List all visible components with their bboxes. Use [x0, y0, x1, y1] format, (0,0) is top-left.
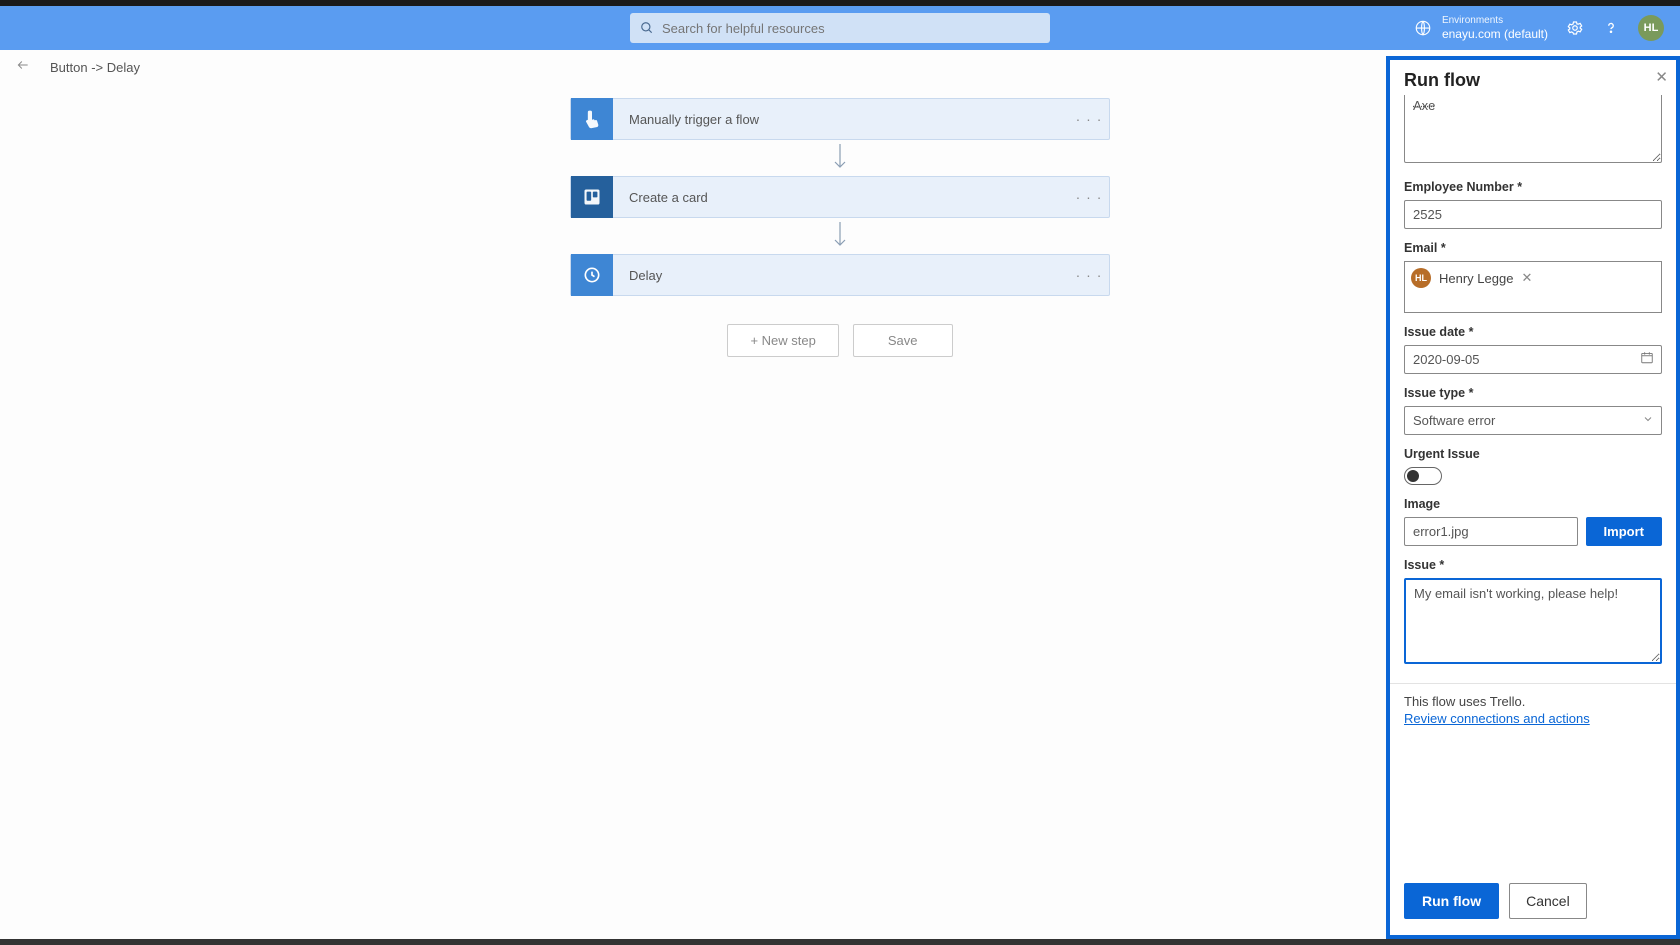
- user-avatar[interactable]: HL: [1638, 15, 1664, 41]
- environment-icon: [1414, 19, 1432, 37]
- back-arrow-icon[interactable]: [10, 54, 36, 81]
- search-box[interactable]: [630, 13, 1050, 43]
- clock-icon: [571, 254, 613, 296]
- calendar-icon[interactable]: [1640, 350, 1654, 369]
- avatar: HL: [1411, 268, 1431, 288]
- trello-icon: [571, 176, 613, 218]
- person-chip: HL Henry Legge ✕: [1411, 268, 1532, 288]
- app-header: Environments enayu.com (default) HL: [0, 6, 1680, 50]
- run-flow-button[interactable]: Run flow: [1404, 883, 1499, 919]
- run-flow-panel: Run flow ✕ Employee Number * Email * HL …: [1386, 56, 1680, 939]
- env-name: enayu.com (default): [1442, 27, 1548, 41]
- gear-icon[interactable]: [1566, 19, 1584, 37]
- issue-type-select[interactable]: [1404, 406, 1662, 435]
- more-icon[interactable]: · · ·: [1069, 267, 1109, 283]
- flow-connector: [570, 218, 1110, 254]
- cancel-button[interactable]: Cancel: [1509, 883, 1587, 919]
- import-button[interactable]: Import: [1586, 517, 1662, 546]
- help-icon[interactable]: [1602, 19, 1620, 37]
- search-input[interactable]: [662, 21, 1040, 36]
- save-button[interactable]: Save: [853, 324, 953, 357]
- urgent-toggle[interactable]: [1404, 467, 1442, 485]
- prev-textarea-partial[interactable]: [1404, 95, 1662, 163]
- employee-number-input[interactable]: [1404, 200, 1662, 229]
- breadcrumb-text: Button -> Delay: [50, 60, 140, 75]
- flow-step-label: Manually trigger a flow: [613, 112, 1069, 127]
- issue-date-input[interactable]: [1404, 345, 1662, 374]
- flow-uses-text: This flow uses Trello.: [1404, 694, 1662, 709]
- environment-picker[interactable]: Environments enayu.com (default): [1414, 15, 1548, 41]
- flow-step-label: Create a card: [613, 190, 1069, 205]
- panel-title: Run flow: [1404, 70, 1662, 91]
- more-icon[interactable]: · · ·: [1069, 111, 1109, 127]
- remove-person-icon[interactable]: ✕: [1521, 270, 1532, 286]
- person-name: Henry Legge: [1439, 271, 1513, 286]
- flow-step-trigger[interactable]: Manually trigger a flow · · ·: [570, 98, 1110, 140]
- flow-step-label: Delay: [613, 268, 1069, 283]
- email-label: Email *: [1404, 241, 1662, 255]
- issue-type-label: Issue type *: [1404, 386, 1662, 400]
- email-people-picker[interactable]: HL Henry Legge ✕: [1404, 261, 1662, 313]
- employee-number-label: Employee Number *: [1404, 180, 1662, 194]
- flow-step-delay[interactable]: Delay · · ·: [570, 254, 1110, 296]
- image-filename-input[interactable]: [1404, 517, 1578, 546]
- issue-date-label: Issue date *: [1404, 325, 1662, 339]
- new-step-button[interactable]: + New step: [727, 324, 838, 357]
- issue-label: Issue *: [1404, 558, 1662, 572]
- toggle-thumb: [1407, 470, 1419, 482]
- chevron-down-icon: [1642, 412, 1654, 430]
- env-label: Environments: [1442, 15, 1548, 27]
- issue-textarea[interactable]: [1404, 578, 1662, 664]
- flow-step-create-card[interactable]: Create a card · · ·: [570, 176, 1110, 218]
- close-icon[interactable]: ✕: [1655, 68, 1668, 86]
- urgent-label: Urgent Issue: [1404, 447, 1662, 461]
- search-icon: [640, 21, 654, 35]
- window-bottom-border: [0, 939, 1680, 945]
- more-icon[interactable]: · · ·: [1069, 189, 1109, 205]
- image-label: Image: [1404, 497, 1662, 511]
- touch-icon: [571, 98, 613, 140]
- flow-connector: [570, 140, 1110, 176]
- review-connections-link[interactable]: Review connections and actions: [1404, 711, 1590, 726]
